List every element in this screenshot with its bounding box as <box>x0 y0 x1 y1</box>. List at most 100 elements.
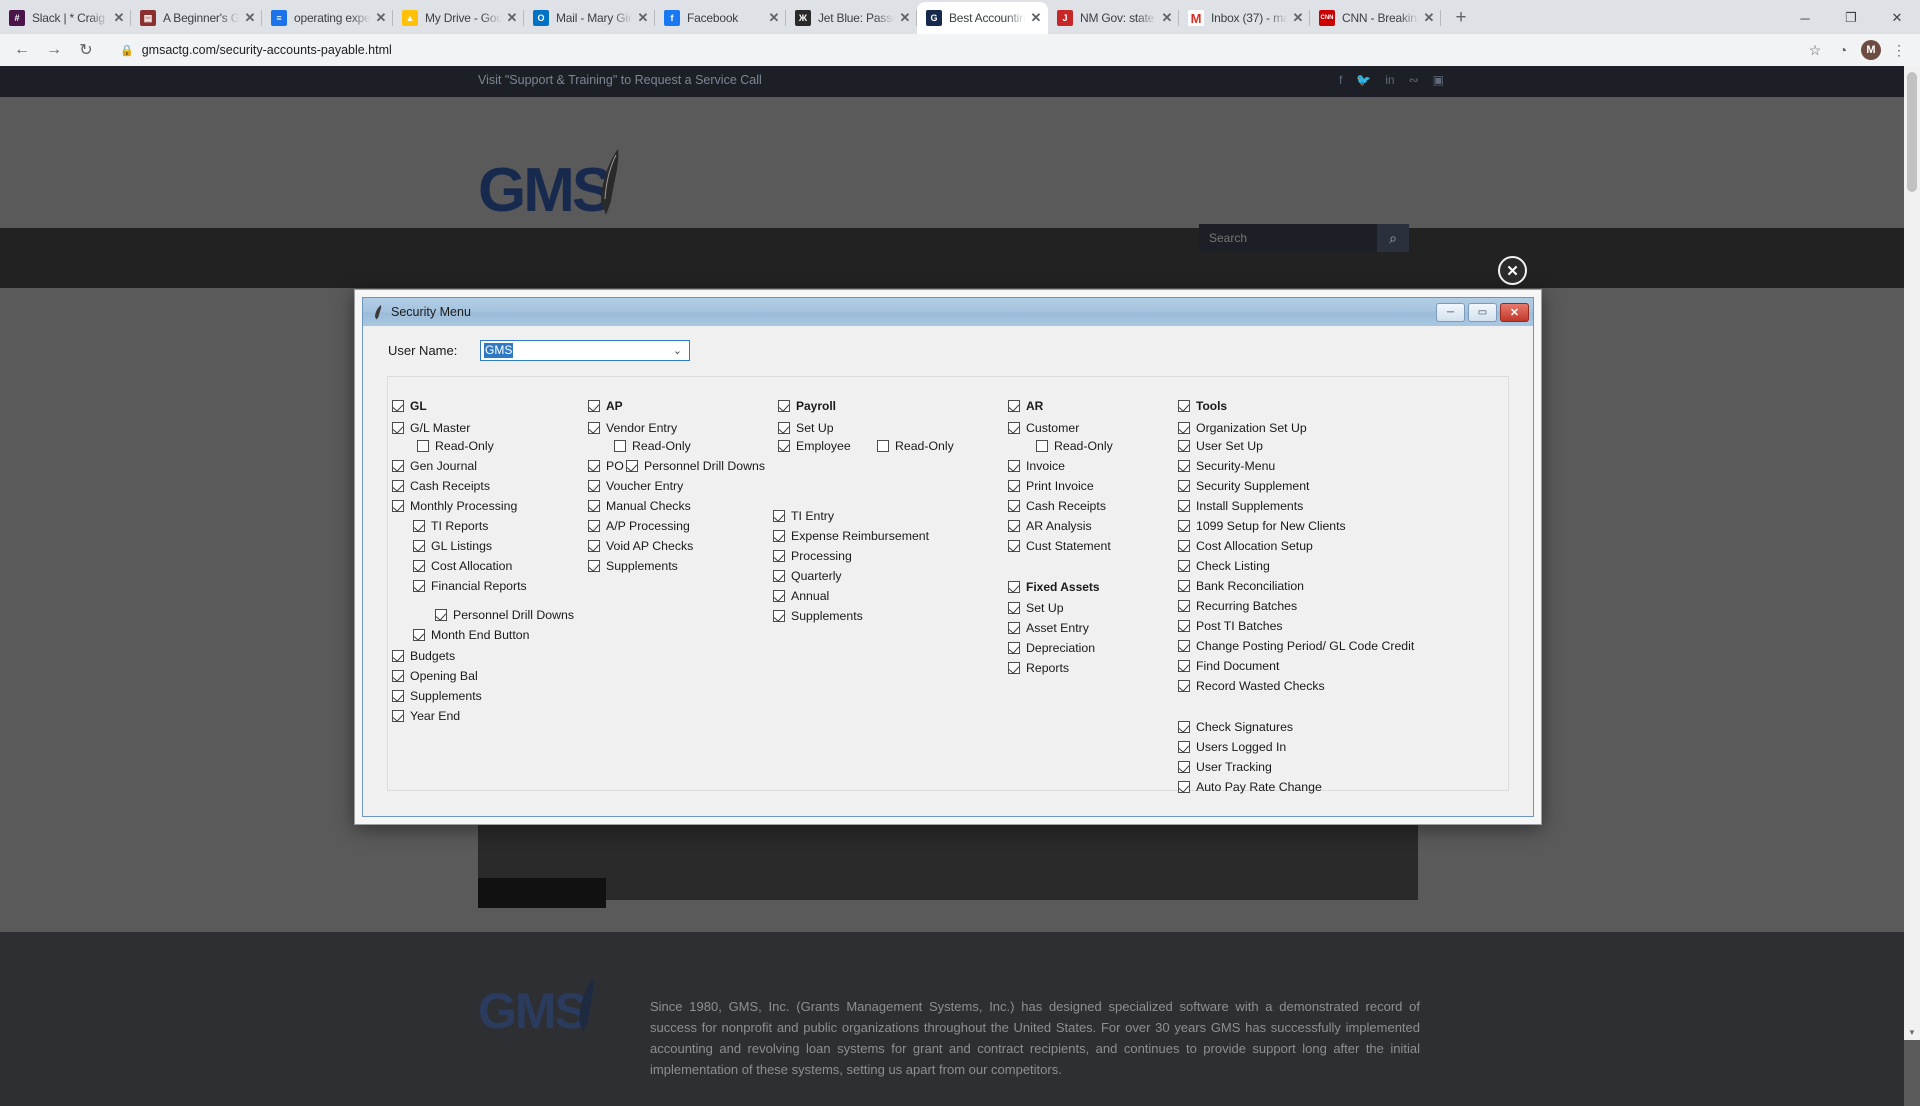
window-close-button[interactable]: ✕ <box>1874 2 1920 34</box>
checkbox-checked-icon[interactable] <box>1008 540 1020 552</box>
bookmark-star-icon[interactable]: ☆ <box>1802 37 1828 63</box>
extension-icon[interactable]: ◔ <box>1830 37 1856 63</box>
permission-checkbox-row[interactable]: TI Reports <box>413 519 488 533</box>
permission-checkbox-row[interactable]: Personnel Drill Downs <box>435 608 574 622</box>
permission-checkbox-row[interactable]: Users Logged In <box>1178 740 1286 754</box>
new-tab-button[interactable]: + <box>1447 4 1475 32</box>
permission-checkbox-row[interactable]: Read-Only <box>417 439 494 453</box>
permission-checkbox-row[interactable]: Read-Only <box>877 439 954 453</box>
checkbox-checked-icon[interactable] <box>1008 602 1020 614</box>
permission-checkbox-row[interactable]: Fixed Assets <box>1008 580 1100 594</box>
checkbox-checked-icon[interactable] <box>773 590 785 602</box>
checkbox-checked-icon[interactable] <box>1178 540 1190 552</box>
permission-checkbox-row[interactable]: Tools <box>1178 399 1227 413</box>
checkbox-checked-icon[interactable] <box>773 550 785 562</box>
tab-close-icon[interactable]: ✕ <box>373 10 389 26</box>
linkedin-icon[interactable]: in <box>1385 73 1394 87</box>
checkbox-checked-icon[interactable] <box>1178 500 1190 512</box>
permission-checkbox-row[interactable]: Supplements <box>588 559 678 573</box>
permission-checkbox-row[interactable]: Supplements <box>392 689 482 703</box>
checkbox-checked-icon[interactable] <box>588 460 600 472</box>
permission-checkbox-row[interactable]: Recurring Batches <box>1178 599 1297 613</box>
permission-checkbox-row[interactable]: Set Up <box>1008 601 1064 615</box>
tab-close-icon[interactable]: ✕ <box>504 10 520 26</box>
tab-close-icon[interactable]: ✕ <box>1028 10 1044 26</box>
checkbox-unchecked-icon[interactable] <box>877 440 889 452</box>
browser-tab[interactable]: ▲ My Drive - Goog ✕ <box>393 2 524 34</box>
permission-checkbox-row[interactable]: Security-Menu <box>1178 459 1275 473</box>
permission-checkbox-row[interactable]: Employee <box>778 439 851 453</box>
permission-checkbox-row[interactable]: Quarterly <box>773 569 842 583</box>
checkbox-checked-icon[interactable] <box>588 480 600 492</box>
tab-close-icon[interactable]: ✕ <box>1290 10 1306 26</box>
permission-checkbox-row[interactable]: User Tracking <box>1178 760 1272 774</box>
twitter-icon[interactable]: 🐦 <box>1356 73 1371 87</box>
tab-close-icon[interactable]: ✕ <box>897 10 913 26</box>
checkbox-checked-icon[interactable] <box>392 400 404 412</box>
search-input[interactable] <box>1199 224 1377 252</box>
checkbox-checked-icon[interactable] <box>1178 660 1190 672</box>
address-bar[interactable]: 🔒 gmsactg.com/security-accounts-payable.… <box>110 38 1796 62</box>
checkbox-checked-icon[interactable] <box>413 629 425 641</box>
checkbox-checked-icon[interactable] <box>413 560 425 572</box>
permission-checkbox-row[interactable]: Month End Button <box>413 628 529 642</box>
browser-tab[interactable]: CNN CNN - Breaking N✕ <box>1310 2 1441 34</box>
checkbox-checked-icon[interactable] <box>1178 460 1190 472</box>
rss-icon[interactable]: ∾ <box>1409 73 1419 87</box>
tab-close-icon[interactable]: ✕ <box>766 10 782 26</box>
checkbox-checked-icon[interactable] <box>413 580 425 592</box>
checkbox-checked-icon[interactable] <box>1008 400 1020 412</box>
browser-tab[interactable]: M Inbox (37) - mary✕ <box>1179 2 1310 34</box>
checkbox-checked-icon[interactable] <box>1178 440 1190 452</box>
checkbox-checked-icon[interactable] <box>1008 480 1020 492</box>
checkbox-checked-icon[interactable] <box>773 510 785 522</box>
permission-checkbox-row[interactable]: A/P Processing <box>588 519 690 533</box>
checkbox-checked-icon[interactable] <box>1008 500 1020 512</box>
checkbox-checked-icon[interactable] <box>1178 400 1190 412</box>
checkbox-checked-icon[interactable] <box>1178 680 1190 692</box>
checkbox-checked-icon[interactable] <box>1178 721 1190 733</box>
tab-close-icon[interactable]: ✕ <box>1159 10 1175 26</box>
dialog-restore-button[interactable]: ▭ <box>1468 302 1497 322</box>
permission-checkbox-row[interactable]: Processing <box>773 549 852 563</box>
back-icon[interactable]: ← <box>8 36 36 64</box>
checkbox-checked-icon[interactable] <box>1178 741 1190 753</box>
reload-icon[interactable]: ↻ <box>72 36 100 64</box>
permission-checkbox-row[interactable]: Manual Checks <box>588 499 691 513</box>
checkbox-checked-icon[interactable] <box>413 540 425 552</box>
permission-checkbox-row[interactable]: Payroll <box>778 399 836 413</box>
permission-checkbox-row[interactable]: Check Listing <box>1178 559 1270 573</box>
checkbox-checked-icon[interactable] <box>1178 422 1190 434</box>
permission-checkbox-row[interactable]: Year End <box>392 709 460 723</box>
page-scrollbar[interactable]: ▲ ▼ <box>1904 66 1920 1040</box>
permission-checkbox-row[interactable]: GL Listings <box>413 539 492 553</box>
checkbox-checked-icon[interactable] <box>1008 642 1020 654</box>
scrollbar-thumb[interactable] <box>1907 72 1917 192</box>
permission-checkbox-row[interactable]: Vendor Entry <box>588 421 677 435</box>
checkbox-checked-icon[interactable] <box>773 570 785 582</box>
checkbox-checked-icon[interactable] <box>588 560 600 572</box>
permission-checkbox-row[interactable]: Bank Reconciliation <box>1178 579 1304 593</box>
checkbox-checked-icon[interactable] <box>435 609 447 621</box>
browser-tab[interactable]: ≡ operating expens✕ <box>262 2 393 34</box>
checkbox-checked-icon[interactable] <box>773 610 785 622</box>
username-select[interactable]: GMS ⌄ <box>480 340 690 361</box>
checkbox-checked-icon[interactable] <box>1178 781 1190 793</box>
checkbox-checked-icon[interactable] <box>1178 761 1190 773</box>
checkbox-checked-icon[interactable] <box>392 480 404 492</box>
permission-checkbox-row[interactable]: Invoice <box>1008 459 1065 473</box>
facebook-icon[interactable]: f <box>1339 73 1342 87</box>
permission-checkbox-row[interactable]: Security Supplement <box>1178 479 1309 493</box>
checkbox-checked-icon[interactable] <box>1008 662 1020 674</box>
permission-checkbox-row[interactable]: PO <box>588 459 624 473</box>
permission-checkbox-row[interactable]: Post TI Batches <box>1178 619 1283 633</box>
permission-checkbox-row[interactable]: Read-Only <box>614 439 691 453</box>
chevron-down-icon[interactable]: ⌄ <box>673 344 682 357</box>
scroll-down-arrow[interactable]: ▼ <box>1904 1024 1920 1040</box>
permission-checkbox-row[interactable]: Personnel Drill Downs <box>626 459 765 473</box>
dialog-title-bar[interactable]: Security Menu ─ ▭ ✕ <box>363 298 1533 326</box>
dialog-close-button[interactable]: ✕ <box>1500 302 1529 322</box>
permission-checkbox-row[interactable]: Supplements <box>773 609 863 623</box>
overlay-close-button[interactable]: ✕ <box>1498 256 1527 285</box>
checkbox-checked-icon[interactable] <box>588 422 600 434</box>
